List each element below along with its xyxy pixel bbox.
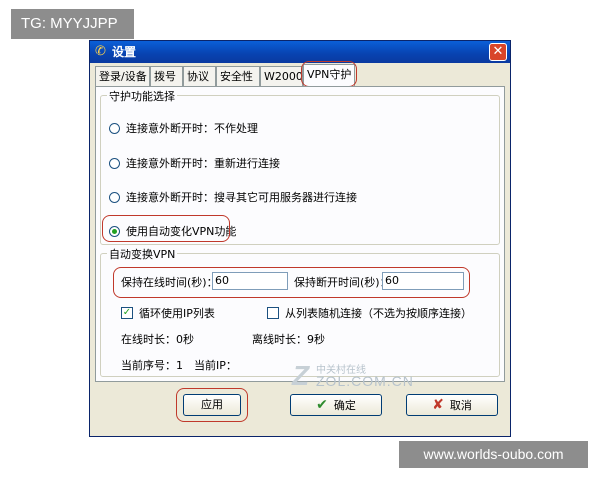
offline-duration: 离线时长：9秒 <box>252 333 325 346</box>
guard-group-label: 守护功能选择 <box>107 88 177 104</box>
cross-icon: ✘ <box>432 397 444 413</box>
tab-w2000[interactable]: W2000 <box>260 66 303 86</box>
radio-no-action[interactable]: 连接意外断开时：不作处理 <box>109 120 258 136</box>
tab-login-device[interactable]: 登录/设备 <box>95 66 150 86</box>
tab-highlight <box>301 61 357 87</box>
title-bar[interactable]: ✆ 设置 ✕ <box>90 41 510 63</box>
close-button[interactable]: ✕ <box>489 43 507 61</box>
vpn-guard-panel: 守护功能选择 连接意外断开时：不作处理 连接意外断开时：重新进行连接 连接意外断… <box>95 86 505 382</box>
top-watermark-tag: TG: MYYJJPP <box>11 9 134 39</box>
radio-indicator <box>109 157 120 169</box>
current-ip: 当前IP： <box>194 359 237 372</box>
ok-button[interactable]: ✔ 确定 <box>290 394 382 416</box>
zol-watermark: Z 中关村在线 ZOL.COM.CN <box>292 360 414 391</box>
tab-security[interactable]: 安全性 <box>216 66 260 86</box>
close-icon: ✕ <box>492 44 504 59</box>
zol-logo-icon: Z <box>292 360 310 391</box>
random-connect-checkbox[interactable]: 从列表随机连接（不选为按顺序连接） <box>267 305 472 321</box>
online-duration: 在线时长：0秒 <box>121 333 194 346</box>
checkmark-icon: ✔ <box>316 397 328 413</box>
tab-protocol[interactable]: 协议 <box>183 66 216 86</box>
cancel-button[interactable]: ✘ 取消 <box>406 394 498 416</box>
auto-switch-group: 自动变换VPN 保持在线时间(秒)： 60 保持断开时间(秒)： 60 ✓ 循环使… <box>100 246 500 377</box>
app-icon: ✆ <box>95 44 106 59</box>
window-title: 设置 <box>112 45 137 59</box>
online-time-label: 保持在线时间(秒)： <box>121 276 218 289</box>
bottom-watermark-tag: www.worlds-oubo.com <box>399 441 588 468</box>
offline-time-label: 保持断开时间(秒)： <box>294 276 391 289</box>
loop-ip-checkbox[interactable]: ✓ 循环使用IP列表 <box>121 305 215 321</box>
current-index: 当前序号：1 <box>121 359 183 372</box>
auto-vpn-highlight <box>102 215 230 242</box>
radio-reconnect[interactable]: 连接意外断开时：重新进行连接 <box>109 155 280 171</box>
checkbox-unchecked-icon <box>267 307 279 319</box>
radio-indicator <box>109 122 120 134</box>
radio-indicator <box>109 191 120 203</box>
radio-search-server[interactable]: 连接意外断开时：搜寻其它可用服务器进行连接 <box>109 189 357 205</box>
checkbox-checked-icon: ✓ <box>121 307 133 319</box>
apply-highlight <box>176 388 248 422</box>
guard-function-group: 守护功能选择 连接意外断开时：不作处理 连接意外断开时：重新进行连接 连接意外断… <box>100 88 500 245</box>
auto-switch-group-label: 自动变换VPN <box>107 246 178 262</box>
tab-dial[interactable]: 拨号 <box>150 66 183 86</box>
online-time-input[interactable]: 60 <box>212 272 288 290</box>
zol-brand-url: ZOL.COM.CN <box>316 373 414 389</box>
offline-time-input[interactable]: 60 <box>382 272 464 290</box>
